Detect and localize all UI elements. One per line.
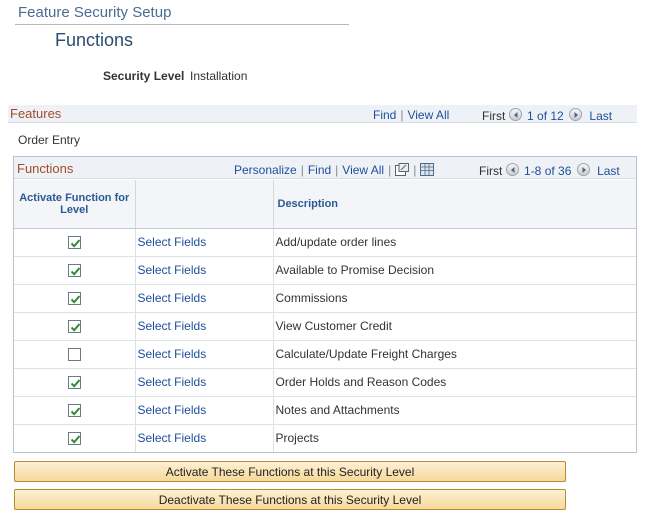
select-fields-link[interactable]: Select Fields	[138, 235, 207, 249]
new-window-icon[interactable]	[395, 163, 410, 176]
activate-checkbox[interactable]	[67, 348, 81, 362]
select-fields-link[interactable]: Select Fields	[138, 319, 207, 333]
security-level-label: Security Level	[103, 69, 185, 83]
features-next-icon[interactable]	[569, 108, 583, 121]
functions-grid-title: Functions	[17, 161, 74, 176]
page-subtitle: Functions	[55, 30, 134, 50]
page-title: Feature Security Setup	[18, 4, 172, 21]
features-view-all-link[interactable]: View All	[407, 108, 449, 122]
functions-prev-icon[interactable]	[505, 163, 519, 176]
functions-table: Activate Function for Level Description …	[14, 180, 636, 452]
functions-table-header: Activate Function for Level Description	[14, 180, 636, 229]
table-row: Select Fields Notes and Attachments	[14, 396, 636, 425]
features-prev-icon[interactable]	[508, 108, 522, 121]
activate-functions-button[interactable]: Activate These Functions at this Securit…	[14, 461, 566, 482]
select-fields-link[interactable]: Select Fields	[138, 403, 207, 417]
col-description-header: Description	[273, 180, 636, 229]
checkmark-icon	[70, 379, 81, 388]
function-description: Calculate/Update Freight Charges	[273, 340, 636, 369]
function-description: Order Holds and Reason Codes	[273, 368, 636, 397]
functions-nav-links: Personalize | Find | View All | |	[234, 163, 435, 177]
checkmark-icon	[70, 295, 81, 304]
activate-checkbox[interactable]	[67, 236, 81, 250]
security-level-value: Installation	[190, 69, 248, 83]
features-pager: First 1 of 12 Last	[482, 108, 612, 123]
function-description: Add/update order lines	[273, 228, 636, 257]
select-fields-link[interactable]: Select Fields	[138, 263, 207, 277]
function-description: Commissions	[273, 284, 636, 313]
checkmark-icon	[70, 435, 81, 445]
functions-last-link[interactable]: Last	[597, 164, 620, 178]
table-row: Select Fields Order Holds and Reason Code…	[14, 368, 636, 397]
functions-header-bar: Functions Personalize | Find | View All | | Fi…	[14, 157, 636, 179]
features-nav-links: Find | View All	[373, 108, 450, 122]
table-row: Select Fields View Customer Credit	[14, 312, 636, 341]
table-row: Select Fields Commissions	[14, 284, 636, 313]
features-last-link[interactable]: Last	[589, 109, 612, 123]
features-grid-title: Features	[10, 106, 62, 121]
select-fields-link[interactable]: Select Fields	[138, 347, 207, 361]
personalize-link[interactable]: Personalize	[234, 163, 297, 177]
functions-next-icon[interactable]	[576, 163, 590, 176]
function-description: Notes and Attachments	[273, 396, 636, 425]
checkmark-icon	[70, 239, 81, 248]
features-range: 1 of 12	[527, 109, 564, 123]
select-fields-link[interactable]: Select Fields	[138, 375, 207, 389]
col-fields-header	[135, 180, 274, 229]
function-description: View Customer Credit	[273, 312, 636, 341]
functions-range: 1-8 of 36	[524, 164, 572, 178]
checkmark-icon	[70, 267, 81, 276]
activate-checkbox[interactable]	[67, 376, 81, 390]
functions-first-label: First	[479, 164, 503, 178]
checkmark-icon	[70, 407, 81, 416]
select-fields-link[interactable]: Select Fields	[138, 431, 207, 445]
activate-checkbox[interactable]	[67, 404, 81, 418]
table-row: Select Fields Projects	[14, 424, 636, 452]
table-row: Select Fields Available to Promise Decisi…	[14, 256, 636, 285]
activate-checkbox[interactable]	[67, 432, 81, 446]
functions-pager: First 1-8 of 36 Last	[479, 163, 620, 178]
features-find-link[interactable]: Find	[373, 108, 396, 122]
function-description: Available to Promise Decision	[273, 256, 636, 285]
table-row: Select Fields Calculate/Update Freight Ch…	[14, 340, 636, 369]
activate-checkbox[interactable]	[67, 320, 81, 334]
features-header-bar: Features Find | View All First 1 of 12 Las…	[8, 105, 637, 123]
functions-grid: Functions Personalize | Find | View All | | Fi…	[13, 156, 637, 453]
current-feature: Order Entry	[18, 133, 81, 147]
function-description: Projects	[275, 431, 319, 446]
functions-find-link[interactable]: Find	[308, 163, 331, 177]
functions-view-all-link[interactable]: View All	[342, 163, 384, 177]
download-grid-icon[interactable]	[420, 163, 435, 176]
activate-checkbox[interactable]	[67, 264, 81, 278]
activate-checkbox[interactable]	[67, 292, 81, 306]
deactivate-functions-button[interactable]: Deactivate These Functions at this Secur…	[14, 489, 566, 510]
table-row: Select Fields Add/update order lines	[14, 228, 636, 257]
col-activate-header: Activate Function for Level	[14, 180, 136, 229]
title-divider	[15, 24, 349, 25]
select-fields-link[interactable]: Select Fields	[138, 291, 207, 305]
features-first-label: First	[482, 109, 506, 123]
checkmark-icon	[70, 323, 81, 332]
